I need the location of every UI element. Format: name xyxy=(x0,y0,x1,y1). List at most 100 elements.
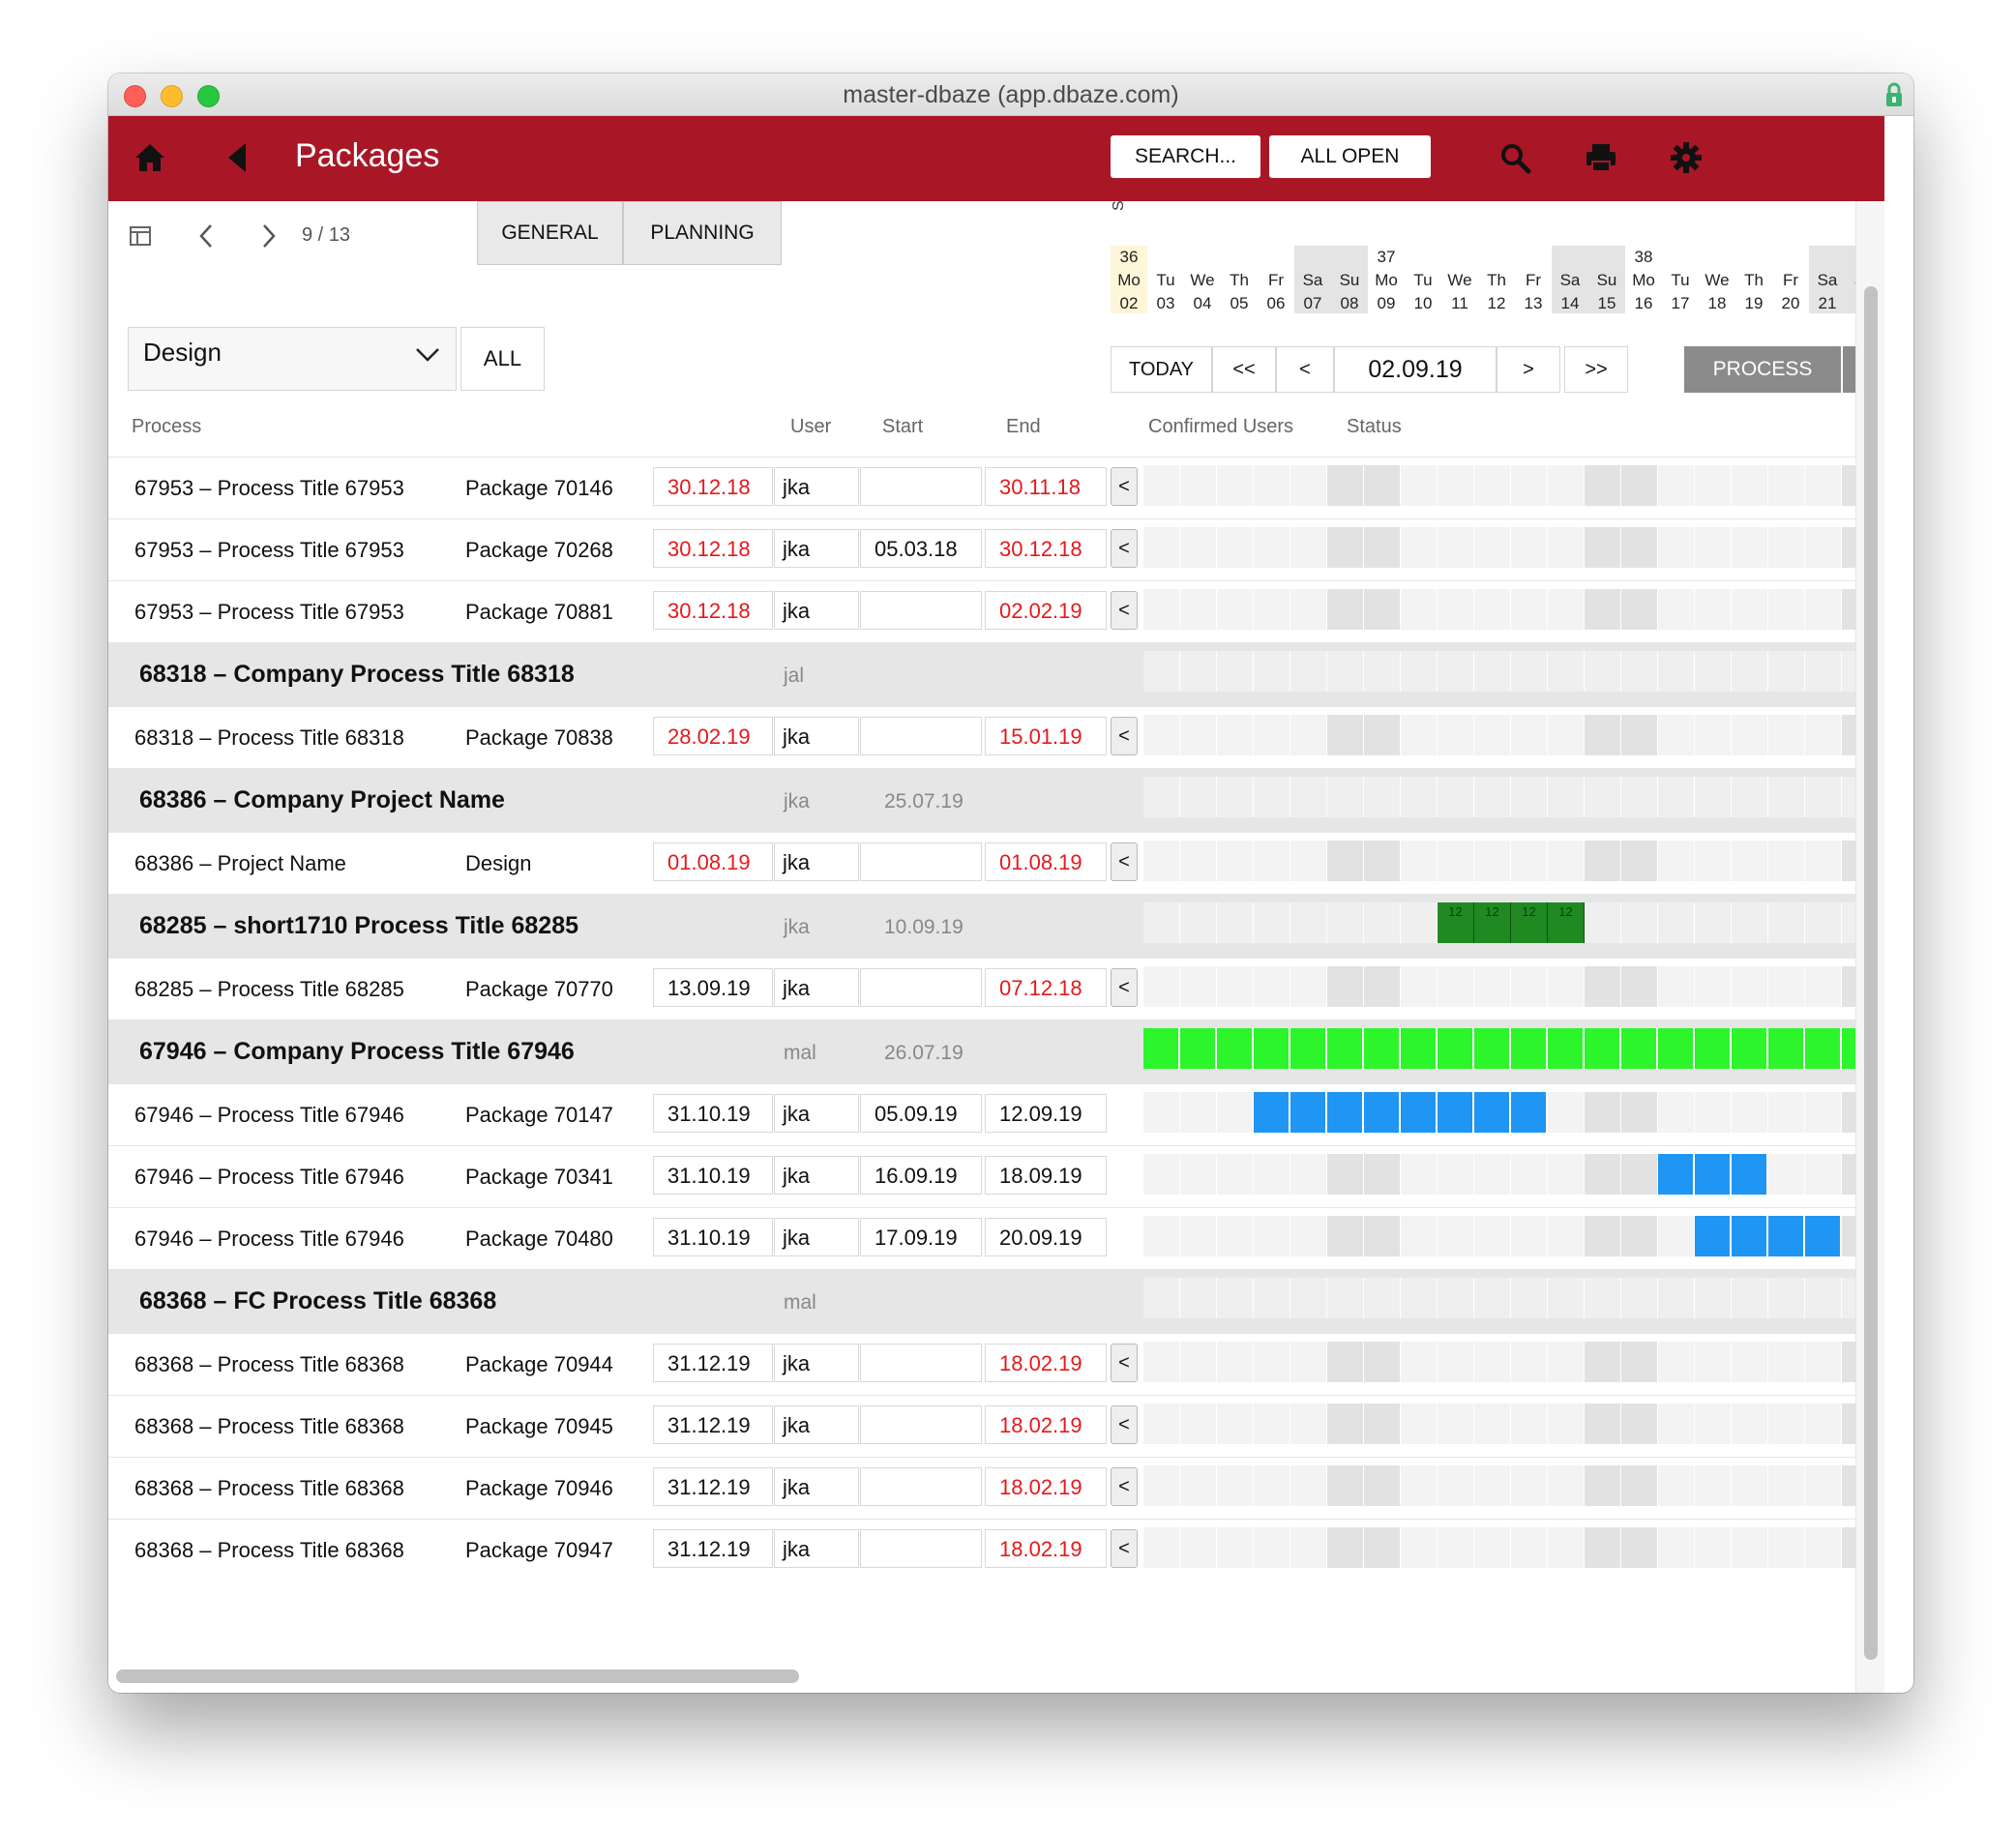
timeline-day-cell[interactable] xyxy=(1732,1092,1768,1133)
timeline-day-cell[interactable] xyxy=(1768,1154,1805,1195)
due-date-field[interactable]: 28.02.19 xyxy=(653,717,773,755)
timeline-day-cell[interactable] xyxy=(1180,777,1217,817)
process-group-row[interactable]: 68386 – Company Project Name jka 25.07.19 xyxy=(108,768,1884,832)
end-date-field[interactable]: 12.09.19 xyxy=(985,1094,1107,1133)
timeline-day-cell[interactable] xyxy=(1548,1092,1585,1133)
package-row[interactable]: 68368 – Process Title 68368 Package 70945… xyxy=(108,1395,1884,1457)
user-field[interactable]: jka xyxy=(774,717,859,755)
timeline-day-cell[interactable] xyxy=(1401,1278,1438,1318)
end-date-field[interactable]: 15.01.19 xyxy=(985,717,1107,755)
timeline-day-cell[interactable] xyxy=(1180,1216,1217,1256)
timeline-day-cell[interactable] xyxy=(1180,465,1217,506)
end-date-field[interactable]: 18.02.19 xyxy=(985,1344,1107,1382)
timeline-day-cell[interactable] xyxy=(1585,902,1621,943)
process-group-row[interactable]: 67946 – Company Process Title 67946 mal 26… xyxy=(108,1019,1884,1083)
timeline-day-cell[interactable] xyxy=(1254,465,1290,506)
package-row[interactable]: 67946 – Process Title 67946 Package 70480… xyxy=(108,1207,1884,1269)
timeline-day-cell[interactable] xyxy=(1474,527,1511,568)
timeline-day-cell[interactable] xyxy=(1254,1465,1290,1506)
timeline-day-cell[interactable] xyxy=(1732,902,1768,943)
timeline-day-cell[interactable] xyxy=(1621,1404,1658,1444)
end-date-field[interactable]: 18.02.19 xyxy=(985,1529,1107,1568)
timeline-day-cell[interactable] xyxy=(1474,651,1511,692)
timeline-day-cell[interactable] xyxy=(1805,1465,1842,1506)
timeline-day-cell[interactable] xyxy=(1254,1527,1290,1568)
schedule-bar-segment[interactable] xyxy=(1805,1216,1842,1256)
start-date-field[interactable]: 05.03.18 xyxy=(860,529,982,568)
timeline-day-cell[interactable] xyxy=(1695,651,1732,692)
timeline-day-cell[interactable] xyxy=(1695,1465,1732,1506)
user-field[interactable]: jka xyxy=(774,968,859,1007)
timeline-day-cell[interactable] xyxy=(1805,527,1842,568)
timeline-day-cell[interactable] xyxy=(1658,1527,1695,1568)
timeline-day-cell[interactable] xyxy=(1474,715,1511,755)
timeline-day-cell[interactable] xyxy=(1511,527,1548,568)
timeline-day-cell[interactable] xyxy=(1217,589,1254,630)
package-row[interactable]: 67946 – Process Title 67946 Package 70147… xyxy=(108,1083,1884,1145)
timeline-day-cell[interactable] xyxy=(1732,1465,1768,1506)
schedule-bar-segment[interactable] xyxy=(1768,1028,1805,1069)
schedule-bar[interactable] xyxy=(1695,1216,1842,1256)
timeline-day-cell[interactable] xyxy=(1254,1278,1290,1318)
schedule-bar-segment[interactable] xyxy=(1732,1028,1768,1069)
timeline-day-cell[interactable] xyxy=(1732,527,1768,568)
fast-back-button[interactable]: << xyxy=(1212,346,1276,393)
timeline-day-cell[interactable] xyxy=(1290,1404,1327,1444)
due-date-field[interactable]: 30.12.18 xyxy=(653,591,773,630)
schedule-bar-segment[interactable] xyxy=(1290,1028,1327,1069)
start-date-field[interactable]: 17.09.19 xyxy=(860,1218,982,1256)
timeline-day-cell[interactable] xyxy=(1401,1404,1438,1444)
timeline-day-cell[interactable] xyxy=(1658,1342,1695,1382)
timeline-day-cell[interactable] xyxy=(1290,1154,1327,1195)
timeline-day-cell[interactable] xyxy=(1511,1527,1548,1568)
schedule-bar-segment[interactable] xyxy=(1438,1092,1474,1133)
timeline-day-cell[interactable] xyxy=(1474,777,1511,817)
timeline-day-cell[interactable] xyxy=(1143,902,1180,943)
timeline-day-cell[interactable] xyxy=(1511,1216,1548,1256)
timeline-day-cell[interactable] xyxy=(1180,589,1217,630)
timeline-day-cell[interactable] xyxy=(1621,902,1658,943)
timeline-day-cell[interactable] xyxy=(1805,1342,1842,1382)
timeline-day-cell[interactable] xyxy=(1621,527,1658,568)
timeline-day-cell[interactable] xyxy=(1511,1154,1548,1195)
timeline-day-cell[interactable] xyxy=(1768,1278,1805,1318)
expand-button[interactable]: < xyxy=(1111,717,1138,755)
timeline-day-cell[interactable] xyxy=(1805,1092,1842,1133)
timeline-day-cell[interactable] xyxy=(1511,1278,1548,1318)
timeline-day-cell[interactable] xyxy=(1180,966,1217,1007)
timeline-day-cell[interactable] xyxy=(1327,1216,1364,1256)
timeline-day-cell[interactable] xyxy=(1364,715,1401,755)
timeline-day-cell[interactable] xyxy=(1364,1342,1401,1382)
timeline-day-cell[interactable] xyxy=(1180,841,1217,881)
schedule-bar-segment[interactable] xyxy=(1474,1092,1511,1133)
timeline-day-cell[interactable] xyxy=(1143,1092,1180,1133)
timeline-day-cell[interactable] xyxy=(1143,1216,1180,1256)
timeline-day-cell[interactable] xyxy=(1327,589,1364,630)
timeline-day-cell[interactable] xyxy=(1290,841,1327,881)
schedule-bar-segment[interactable] xyxy=(1548,1028,1585,1069)
timeline-day-cell[interactable] xyxy=(1438,589,1474,630)
timeline-day-cell[interactable] xyxy=(1327,1404,1364,1444)
schedule-bar-segment[interactable] xyxy=(1217,1028,1254,1069)
timeline-day-cell[interactable] xyxy=(1401,902,1438,943)
timeline-day-cell[interactable] xyxy=(1474,966,1511,1007)
timeline-day-cell[interactable] xyxy=(1548,841,1585,881)
timeline-day-cell[interactable] xyxy=(1732,777,1768,817)
timeline-day-cell[interactable] xyxy=(1585,966,1621,1007)
timeline-day-cell[interactable] xyxy=(1548,1342,1585,1382)
timeline-day-cell[interactable] xyxy=(1548,527,1585,568)
fast-forward-button[interactable]: >> xyxy=(1564,346,1628,393)
timeline-day-cell[interactable] xyxy=(1401,1216,1438,1256)
timeline-day-cell[interactable] xyxy=(1548,1527,1585,1568)
schedule-bar-segment[interactable] xyxy=(1474,1028,1511,1069)
timeline-day-cell[interactable] xyxy=(1290,1465,1327,1506)
schedule-bar-segment[interactable] xyxy=(1290,1092,1327,1133)
timeline-day-cell[interactable] xyxy=(1364,777,1401,817)
schedule-bar-segment[interactable] xyxy=(1254,1092,1290,1133)
timeline-day-cell[interactable] xyxy=(1217,1527,1254,1568)
timeline-day-cell[interactable] xyxy=(1327,777,1364,817)
timeline-day-cell[interactable] xyxy=(1180,1278,1217,1318)
timeline-day-cell[interactable] xyxy=(1290,651,1327,692)
start-date-field[interactable]: 16.09.19 xyxy=(860,1156,982,1195)
timeline-day-cell[interactable] xyxy=(1401,1342,1438,1382)
